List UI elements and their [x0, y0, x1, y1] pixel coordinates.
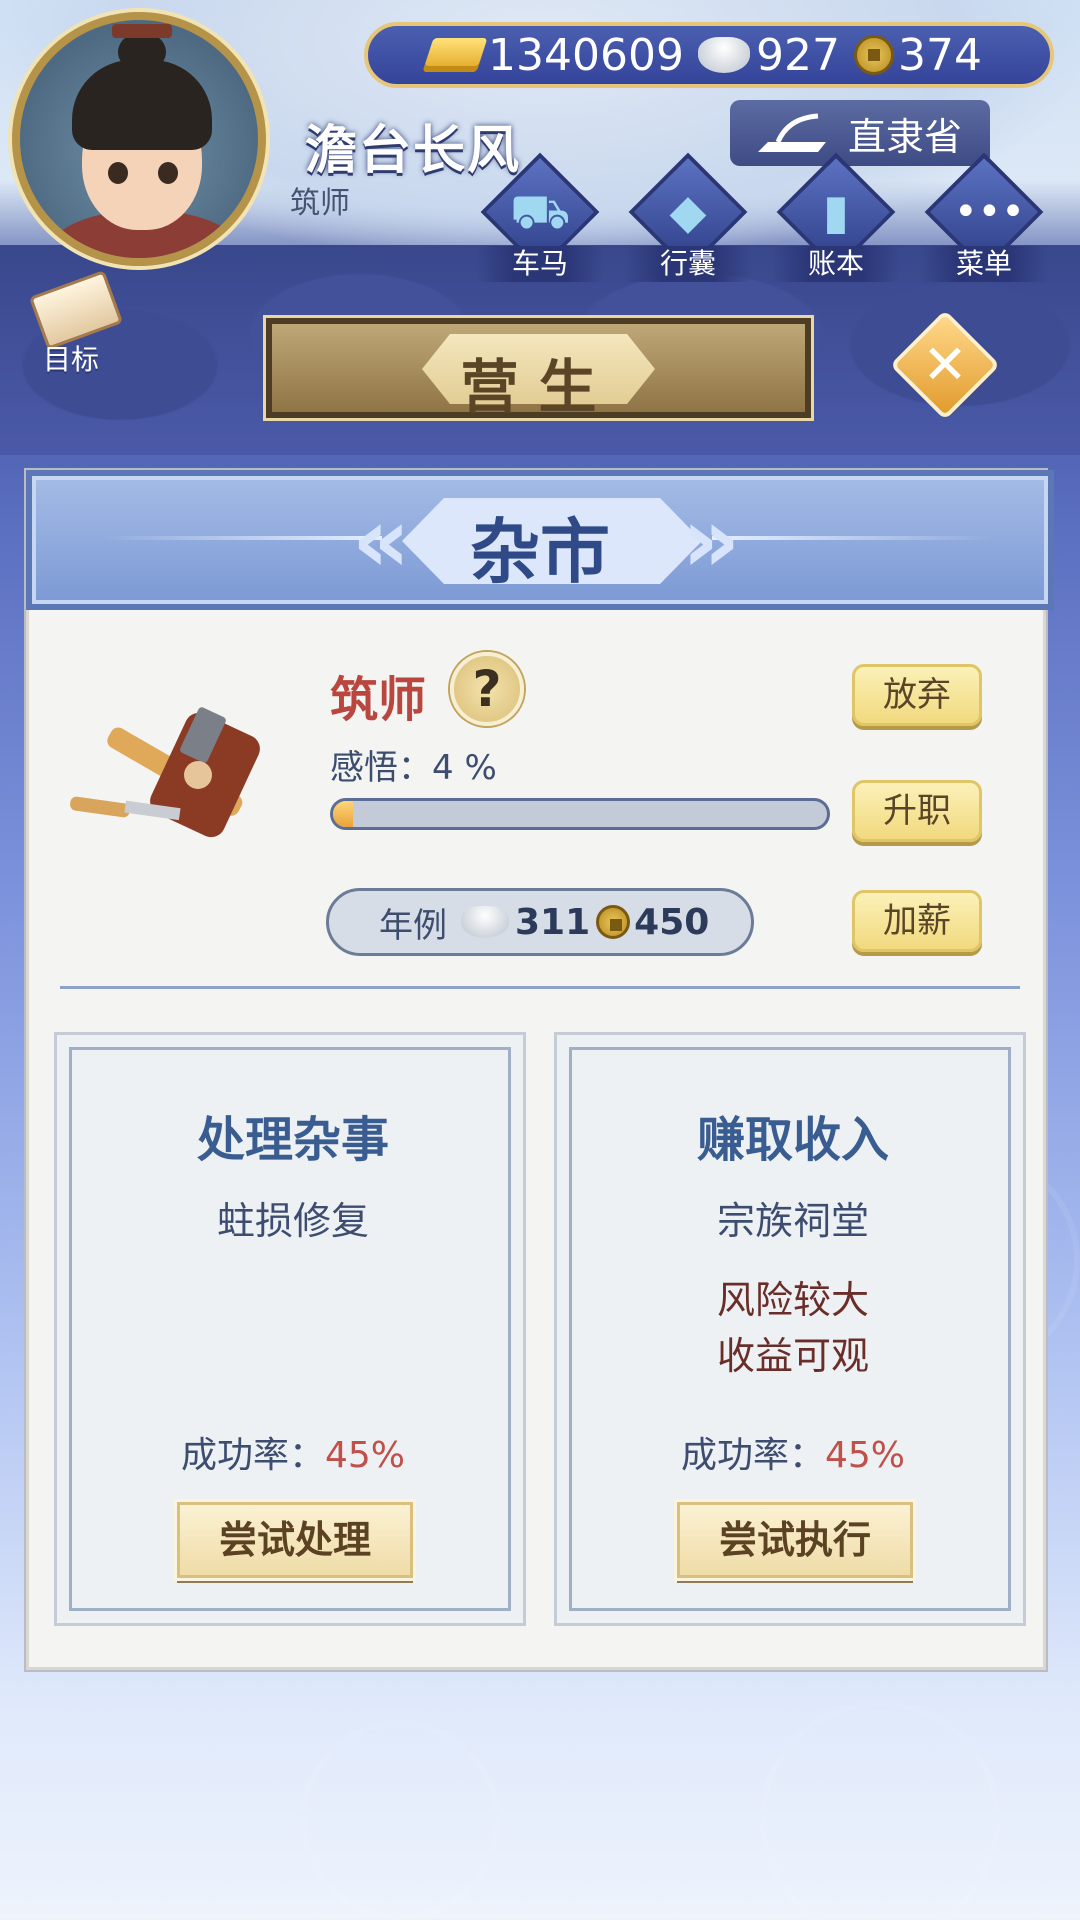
silver-ingot-icon — [697, 37, 750, 73]
copper-coin-icon — [596, 905, 631, 939]
nav-label: 车马 — [476, 246, 604, 282]
silver-value: 927 — [755, 29, 840, 81]
task-card-chores: 处理杂事 蛀损修复 成功率：45% 尝试处理 — [54, 1032, 526, 1626]
raise-salary-button[interactable]: 加薪 — [852, 890, 982, 952]
promote-button[interactable]: 升职 — [852, 780, 982, 842]
avatar-hair-bun — [118, 32, 166, 72]
goal-button[interactable]: 目标 — [16, 270, 126, 376]
avatar-hair — [72, 60, 212, 150]
nav-carriage-button[interactable]: ⛟ 车马 — [476, 152, 604, 282]
silver-ingot-icon — [461, 906, 509, 938]
goal-label: 目标 — [42, 343, 99, 376]
job-name: 筑师 — [330, 672, 427, 728]
annual-salary: 年例 311 450 — [326, 888, 754, 956]
salary-coin: 450 — [634, 901, 710, 943]
card-title: 赚取收入 — [696, 1112, 889, 1168]
nav-label: 账本 — [772, 246, 900, 282]
gold-value: 1340609 — [488, 29, 684, 81]
help-icon[interactable]: ? — [450, 652, 524, 726]
bag-icon: ◆ — [669, 184, 707, 240]
section-divider — [60, 986, 1020, 989]
card-subtitle: 宗族祠堂 — [716, 1199, 869, 1243]
avatar-hat — [112, 24, 172, 38]
rate-label: 成功率： — [180, 1435, 325, 1476]
try-handle-button[interactable]: 尝试处理 — [177, 1502, 413, 1578]
abandon-button[interactable]: 放弃 — [852, 664, 982, 726]
task-card-income: 赚取收入 宗族祠堂 风险较大 收益可观 成功率：45% 尝试执行 — [554, 1032, 1026, 1626]
bg-swirl — [300, 1720, 500, 1920]
success-rate: 成功率：45% — [72, 1426, 514, 1478]
coin-value: 374 — [897, 29, 982, 81]
screen-title-banner: 营生 — [266, 318, 811, 421]
silver-counter: 927 — [697, 29, 840, 81]
insight-value: 4 % — [432, 748, 497, 788]
currency-bar: 1340609 927 374 — [364, 22, 1054, 88]
salary-label: 年例 — [379, 905, 447, 946]
market-title: 杂市 — [470, 511, 610, 593]
gold-ingot-icon — [422, 38, 488, 72]
nav-label: 行囊 — [624, 246, 752, 282]
insight-label: 感悟： — [330, 748, 432, 788]
avatar-eye — [108, 162, 128, 184]
card-frame: 赚取收入 宗族祠堂 风险较大 收益可观 成功率：45% 尝试执行 — [569, 1047, 1011, 1611]
iron-icon — [758, 113, 826, 152]
player-title: 筑师 — [290, 186, 350, 221]
try-execute-button[interactable]: 尝试执行 — [677, 1502, 913, 1578]
nav-ledger-button[interactable]: ▮ 账本 — [772, 152, 900, 282]
card-subtitle: 蛀损修复 — [216, 1199, 369, 1243]
reward-line: 收益可观 — [716, 1334, 869, 1378]
risk-line: 风险较大 — [716, 1278, 869, 1322]
carpenter-plane-icon — [70, 707, 260, 838]
province-button[interactable]: 直隶省 — [730, 100, 990, 166]
insight-text: 感悟：4 % — [330, 740, 497, 789]
copper-coin-icon — [853, 35, 894, 75]
card-title: 处理杂事 — [196, 1112, 389, 1168]
risk-note: 风险较大 收益可观 — [572, 1272, 1014, 1384]
insight-progress-bar — [330, 798, 830, 830]
ledger-icon: ▮ — [822, 184, 850, 240]
card-frame: 处理杂事 蛀损修复 成功率：45% 尝试处理 — [69, 1047, 511, 1611]
menu-icon: ••• — [954, 189, 1025, 235]
coin-counter: 374 — [853, 29, 982, 81]
success-rate: 成功率：45% — [572, 1426, 1014, 1478]
screen-title: 营生 — [460, 353, 617, 421]
bg-swirl — [760, 1700, 1000, 1920]
province-label: 直隶省 — [847, 114, 962, 159]
insight-progress-fill — [333, 801, 353, 827]
market-banner: « » 杂市 — [26, 470, 1054, 610]
salary-silver: 311 — [515, 901, 591, 943]
rate-value: 45% — [825, 1435, 906, 1476]
rate-label: 成功率： — [680, 1435, 825, 1476]
gold-counter: 1340609 — [422, 29, 684, 81]
nav-label: 菜单 — [920, 246, 1048, 282]
carriage-icon: ⛟ — [510, 184, 571, 240]
close-icon[interactable]: ✕ — [906, 326, 984, 404]
rate-value: 45% — [325, 1435, 406, 1476]
avatar-eye — [158, 162, 178, 184]
player-avatar[interactable] — [12, 12, 266, 266]
nav-bag-button[interactable]: ◆ 行囊 — [624, 152, 752, 282]
nav-menu-button[interactable]: ••• 菜单 — [920, 152, 1048, 282]
